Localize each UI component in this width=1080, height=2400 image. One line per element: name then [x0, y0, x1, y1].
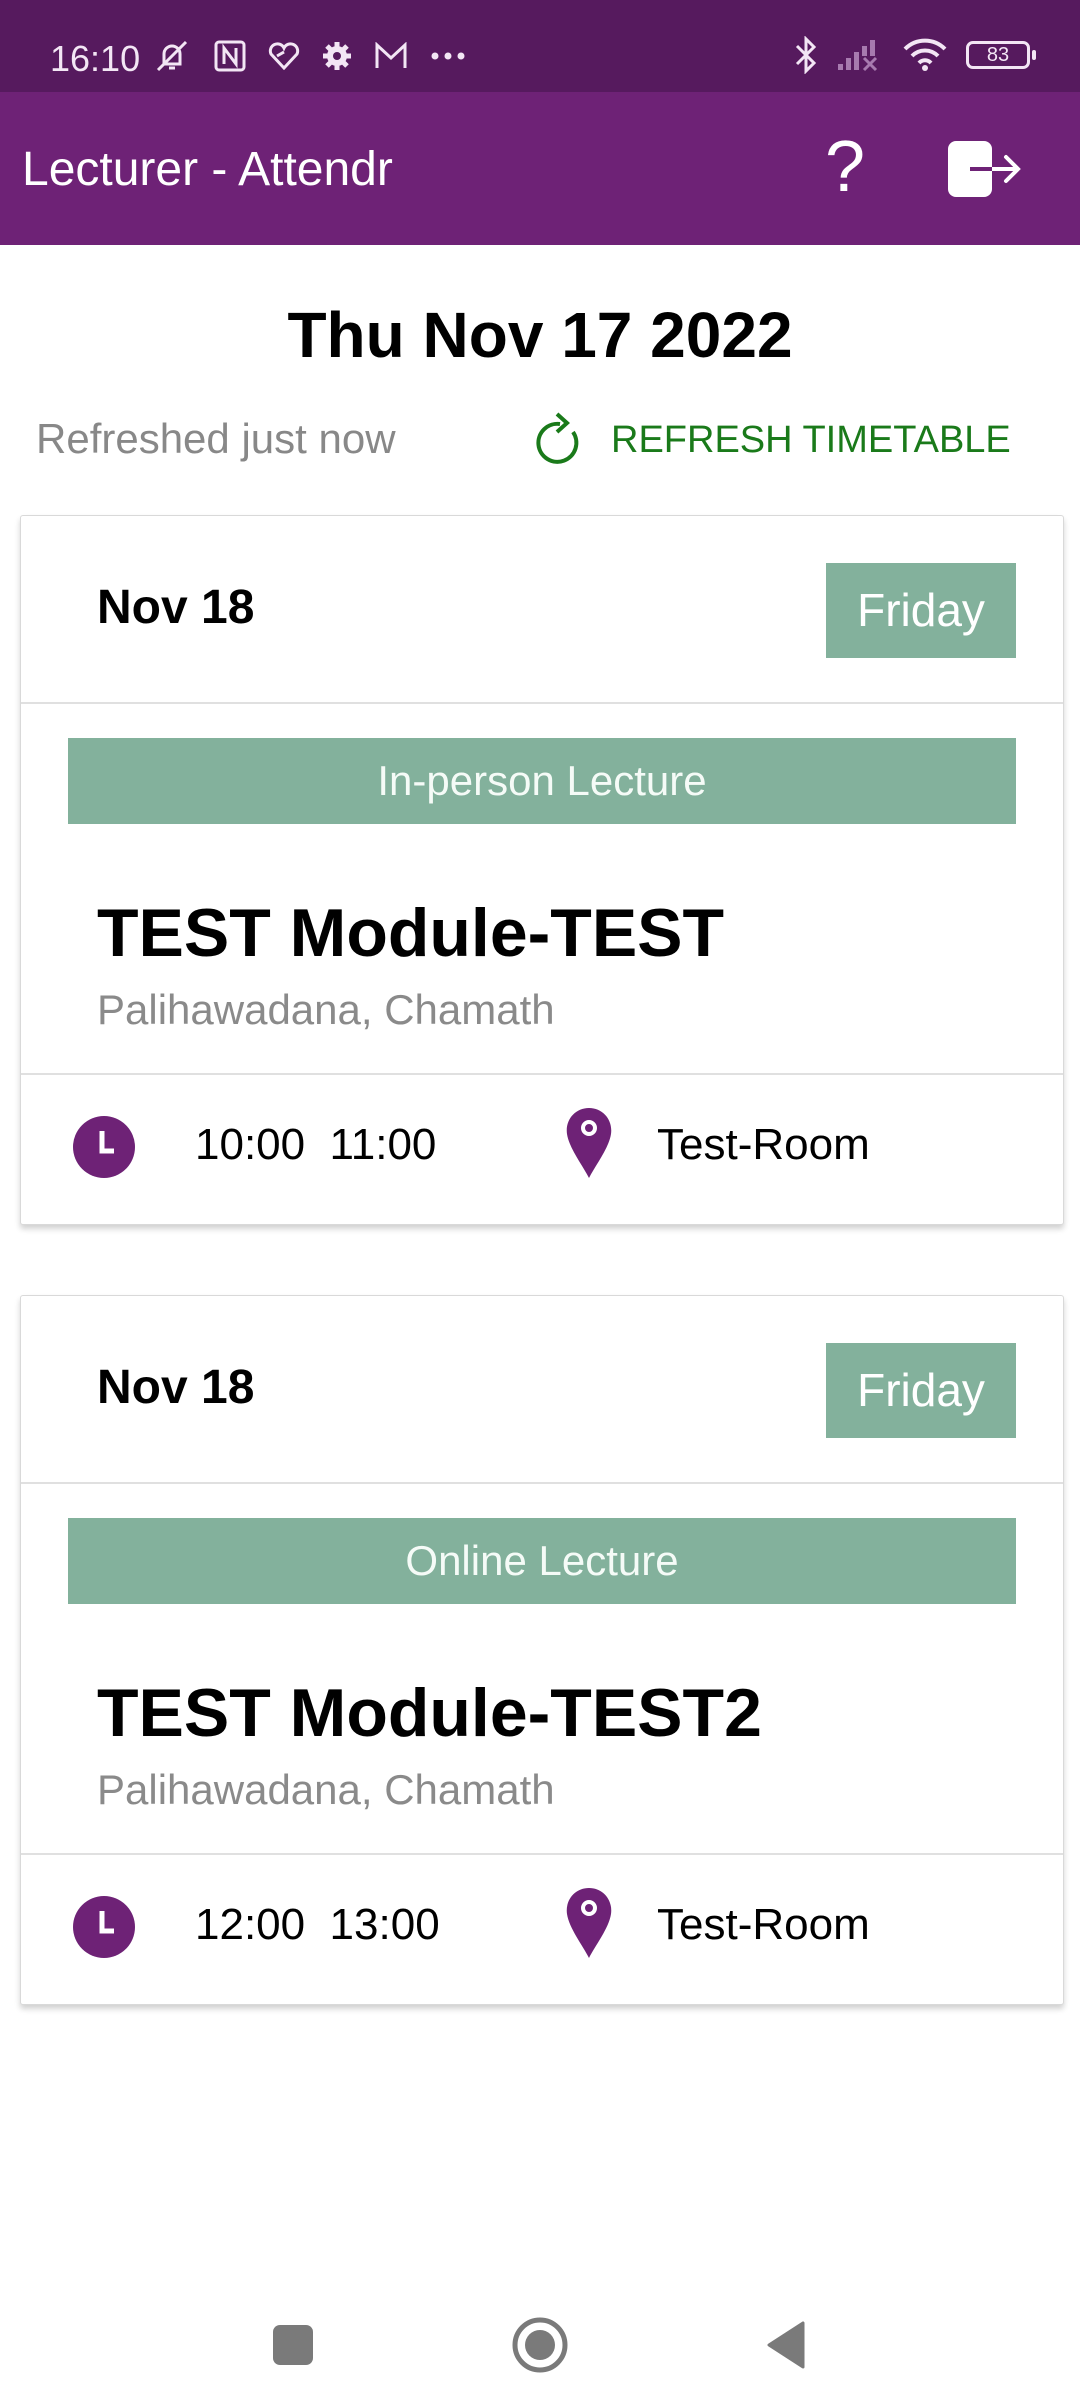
logout-icon — [948, 141, 1021, 197]
health-icon — [268, 42, 300, 70]
battery-level: 83 — [986, 44, 1010, 66]
refresh-status: Refreshed just now — [36, 415, 396, 462]
status-time: 16:10 — [50, 38, 141, 79]
more-dots-icon — [431, 52, 465, 60]
bluetooth-icon — [795, 36, 817, 74]
module-title: TEST Module-TEST — [97, 895, 725, 971]
status-bar: 16:10 83 — [0, 0, 1080, 92]
lecture-card[interactable]: Nov 18 Friday In-person Lecture TEST Mod… — [20, 515, 1064, 1225]
day-badge: Friday — [826, 1343, 1016, 1438]
divider — [21, 1482, 1063, 1484]
lecture-details-row: 12:00 13:00 Test-Room — [73, 1886, 1013, 1966]
back-icon — [767, 2321, 805, 2369]
wifi-icon — [903, 38, 947, 71]
lecturer-name: Palihawadana, Chamath — [97, 986, 555, 1033]
app-title: Lecturer - Attendr — [22, 143, 393, 196]
signal-no-service-icon — [838, 40, 878, 72]
clock-icon — [73, 1116, 135, 1178]
refresh-icon — [536, 412, 579, 464]
recents-icon — [273, 2325, 313, 2365]
settings-icon — [323, 42, 351, 70]
gmail-icon — [375, 42, 407, 68]
lecture-date: Nov 18 — [97, 581, 255, 634]
recents-button[interactable] — [243, 2305, 343, 2385]
lecturer-name: Palihawadana, Chamath — [97, 1766, 555, 1813]
lecture-time: 12:00 13:00 — [195, 1900, 440, 1949]
lecture-time: 10:00 11:00 — [195, 1120, 437, 1169]
day-badge: Friday — [826, 563, 1016, 658]
refresh-timetable-button[interactable]: REFRESH TIMETABLE — [535, 405, 1011, 475]
lecture-type-banner: Online Lecture — [68, 1518, 1016, 1604]
current-date: Thu Nov 17 2022 — [287, 299, 793, 371]
location-pin-icon — [566, 1888, 612, 1958]
notification-icons — [152, 38, 466, 74]
app-bar: Lecturer - Attendr ? — [0, 92, 1080, 245]
home-icon — [512, 2317, 568, 2373]
clock-icon — [73, 1896, 135, 1958]
help-icon: ? — [824, 127, 866, 207]
system-icons: 83 — [794, 36, 1036, 74]
divider — [21, 702, 1063, 704]
module-title: TEST Module-TEST2 — [97, 1675, 762, 1751]
location-pin-icon — [566, 1108, 612, 1178]
lecture-type-banner: In-person Lecture — [68, 738, 1016, 824]
divider — [21, 1853, 1063, 1855]
refresh-timetable-label: REFRESH TIMETABLE — [611, 418, 1011, 461]
help-button[interactable]: ? — [800, 122, 890, 212]
back-button[interactable] — [737, 2305, 837, 2385]
battery-icon: 83 — [966, 41, 1036, 69]
system-nav-bar — [0, 2280, 1080, 2400]
lecture-room: Test-Room — [657, 1120, 870, 1169]
home-button[interactable] — [490, 2305, 590, 2385]
lecture-date: Nov 18 — [97, 1361, 255, 1414]
mute-bell-icon — [156, 40, 188, 72]
logout-button[interactable] — [940, 127, 1030, 207]
lecture-card[interactable]: Nov 18 Friday Online Lecture TEST Module… — [20, 1295, 1064, 2005]
lecture-details-row: 10:00 11:00 Test-Room — [73, 1106, 1013, 1186]
nfc-icon — [214, 40, 246, 72]
lecture-room: Test-Room — [657, 1900, 870, 1949]
divider — [21, 1073, 1063, 1075]
